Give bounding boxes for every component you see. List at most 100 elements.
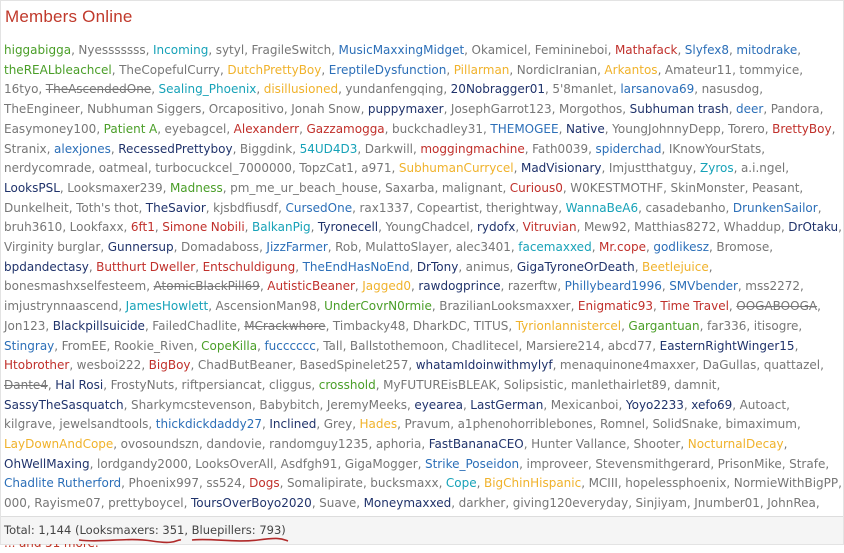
member-link[interactable]: Bromose <box>716 240 769 254</box>
member-link[interactable]: DutchPrettyBoy <box>227 63 321 77</box>
member-link[interactable]: SassyTheSasquatch <box>4 398 124 412</box>
member-link[interactable]: CopeKilla <box>201 339 257 353</box>
member-link[interactable]: LayDownAndCope <box>4 437 113 451</box>
member-link[interactable]: 20Nobragger01 <box>451 82 545 96</box>
member-link[interactable]: bucksmaxx <box>370 476 438 490</box>
member-link[interactable]: Slyfex8 <box>685 43 729 57</box>
member-link[interactable]: turbocuckcel_7000000 <box>155 161 292 175</box>
member-link[interactable]: Grey <box>324 417 352 431</box>
member-link[interactable]: Alexanderr <box>234 122 299 136</box>
member-link[interactable]: FragileSwitch <box>252 43 332 57</box>
member-link[interactable]: buckchadley31 <box>392 122 483 136</box>
member-link[interactable]: Jagged0 <box>362 279 411 293</box>
member-link[interactable]: Suave <box>319 496 356 510</box>
member-link[interactable]: TheAscendedOne <box>46 82 151 96</box>
member-link[interactable]: Romnel <box>600 417 645 431</box>
member-link[interactable]: oatmeal <box>99 161 148 175</box>
member-link[interactable]: razerftw <box>508 279 557 293</box>
member-link[interactable]: Asdfgh91 <box>281 457 338 471</box>
member-link[interactable]: nasusdog <box>702 82 760 96</box>
member-link[interactable]: Solipsistic <box>504 378 564 392</box>
member-link[interactable]: Butthurt Dweller <box>96 260 195 274</box>
member-link[interactable]: Fath0039 <box>532 142 588 156</box>
member-link[interactable]: yundanfengqing <box>345 82 443 96</box>
member-link[interactable]: EasternRightWinger15 <box>660 339 795 353</box>
member-link[interactable]: JosephGarrot123 <box>451 102 552 116</box>
member-link[interactable]: Yoyo2233 <box>626 398 684 412</box>
member-link[interactable]: Jnumber01 <box>694 496 760 510</box>
member-link[interactable]: larsanova69 <box>620 82 694 96</box>
member-link[interactable]: Dogs <box>249 476 279 490</box>
member-link[interactable]: DaGullas <box>703 358 757 372</box>
member-link[interactable]: crosshold <box>319 378 376 392</box>
member-link[interactable]: Patient A <box>104 122 158 136</box>
member-link[interactable]: Nubhuman Siggers <box>87 102 201 116</box>
member-link[interactable]: Mr.cope <box>599 240 646 254</box>
member-link[interactable]: improveer <box>527 457 588 471</box>
member-link[interactable]: Entschuldigung <box>203 260 296 274</box>
member-link[interactable]: ovosoundszn <box>121 437 199 451</box>
member-link[interactable]: therightway <box>486 201 558 215</box>
member-link[interactable]: Nyesssssss <box>78 43 145 57</box>
member-link[interactable]: EreptileDysfunction <box>329 63 447 77</box>
member-link[interactable]: deer <box>736 102 763 116</box>
member-link[interactable]: rawdogprince <box>418 279 500 293</box>
member-link[interactable]: TopzCat1 <box>299 161 354 175</box>
member-link[interactable]: Pillarman <box>454 63 510 77</box>
member-link[interactable]: Somalipirate <box>287 476 363 490</box>
member-link[interactable]: GigaMogger <box>345 457 418 471</box>
member-link[interactable]: ToursOverBoyo2020 <box>191 496 312 510</box>
member-link[interactable]: facemaxxed <box>518 240 591 254</box>
member-link[interactable]: THEMOGEE <box>490 122 558 136</box>
member-link[interactable]: Inclined <box>269 417 316 431</box>
member-link[interactable]: Sealing_Phoenix <box>159 82 257 96</box>
member-link[interactable]: 54UD4D3 <box>300 142 358 156</box>
member-link[interactable]: Sharkymcstevenson <box>131 398 252 412</box>
member-link[interactable]: Hunter Vallance <box>531 437 626 451</box>
member-link[interactable]: Gunnersup <box>108 240 174 254</box>
member-link[interactable]: Feminineboi <box>535 43 608 57</box>
member-link[interactable]: menaquinone4maxxer <box>560 358 695 372</box>
member-link[interactable]: Virginity burglar <box>4 240 100 254</box>
member-link[interactable]: Arkantos <box>604 63 657 77</box>
member-link[interactable]: MulattoSlayer <box>365 240 448 254</box>
member-link[interactable]: Morgothos <box>559 102 622 116</box>
member-link[interactable]: 6ft1 <box>131 220 155 234</box>
member-link[interactable]: riftpersiancat <box>182 378 262 392</box>
member-link[interactable]: quattazel <box>764 358 820 372</box>
member-link[interactable]: Gazzamogga <box>306 122 384 136</box>
member-link[interactable]: tommyice <box>739 63 799 77</box>
member-link[interactable]: Dante4 <box>4 378 48 392</box>
member-link[interactable]: JeremyMeeks <box>327 398 407 412</box>
member-link[interactable]: SkinMonster <box>671 181 745 195</box>
member-link[interactable]: Hal Rosi <box>55 378 103 392</box>
member-link[interactable]: FailedChadlite <box>152 319 237 333</box>
member-link[interactable]: JamesHowlett <box>126 299 209 313</box>
member-link[interactable]: bimaximum <box>726 417 797 431</box>
member-link[interactable]: IKnowYourStats <box>669 142 761 156</box>
member-link[interactable]: whatamIdoinwithmylyf <box>416 358 553 372</box>
member-link[interactable]: PrisonMike <box>718 457 782 471</box>
member-link[interactable]: Torero <box>728 122 765 136</box>
member-link[interactable]: FromEE <box>62 339 107 353</box>
member-link[interactable]: prettyboycel <box>108 496 184 510</box>
member-link[interactable]: LooksPSL <box>4 181 60 195</box>
member-link[interactable]: Darkwill <box>365 142 413 156</box>
member-link[interactable]: eyearea <box>414 398 463 412</box>
member-link[interactable]: SMVbender <box>669 279 738 293</box>
member-link[interactable]: Amateur11 <box>665 63 732 77</box>
member-link[interactable]: aphoria <box>376 437 422 451</box>
member-link[interactable]: Stranix <box>4 142 47 156</box>
member-link[interactable]: MusicMaxxingMidget <box>339 43 465 57</box>
member-link[interactable]: Matthias8272 <box>634 220 716 234</box>
member-link[interactable]: 000 <box>4 496 27 510</box>
member-link[interactable]: damnit <box>674 378 716 392</box>
member-link[interactable]: Rookie_Riven <box>114 339 194 353</box>
member-link[interactable]: Dunkelheit <box>4 201 69 215</box>
member-link[interactable]: bonesmashxselfesteem <box>4 279 146 293</box>
member-link[interactable]: Beetlejuice <box>642 260 709 274</box>
member-link[interactable]: Time Travel <box>660 299 729 313</box>
member-link[interactable]: Vitruvian <box>523 220 577 234</box>
member-link[interactable]: Jon123 <box>4 319 45 333</box>
member-link[interactable]: Domadaboss <box>181 240 259 254</box>
